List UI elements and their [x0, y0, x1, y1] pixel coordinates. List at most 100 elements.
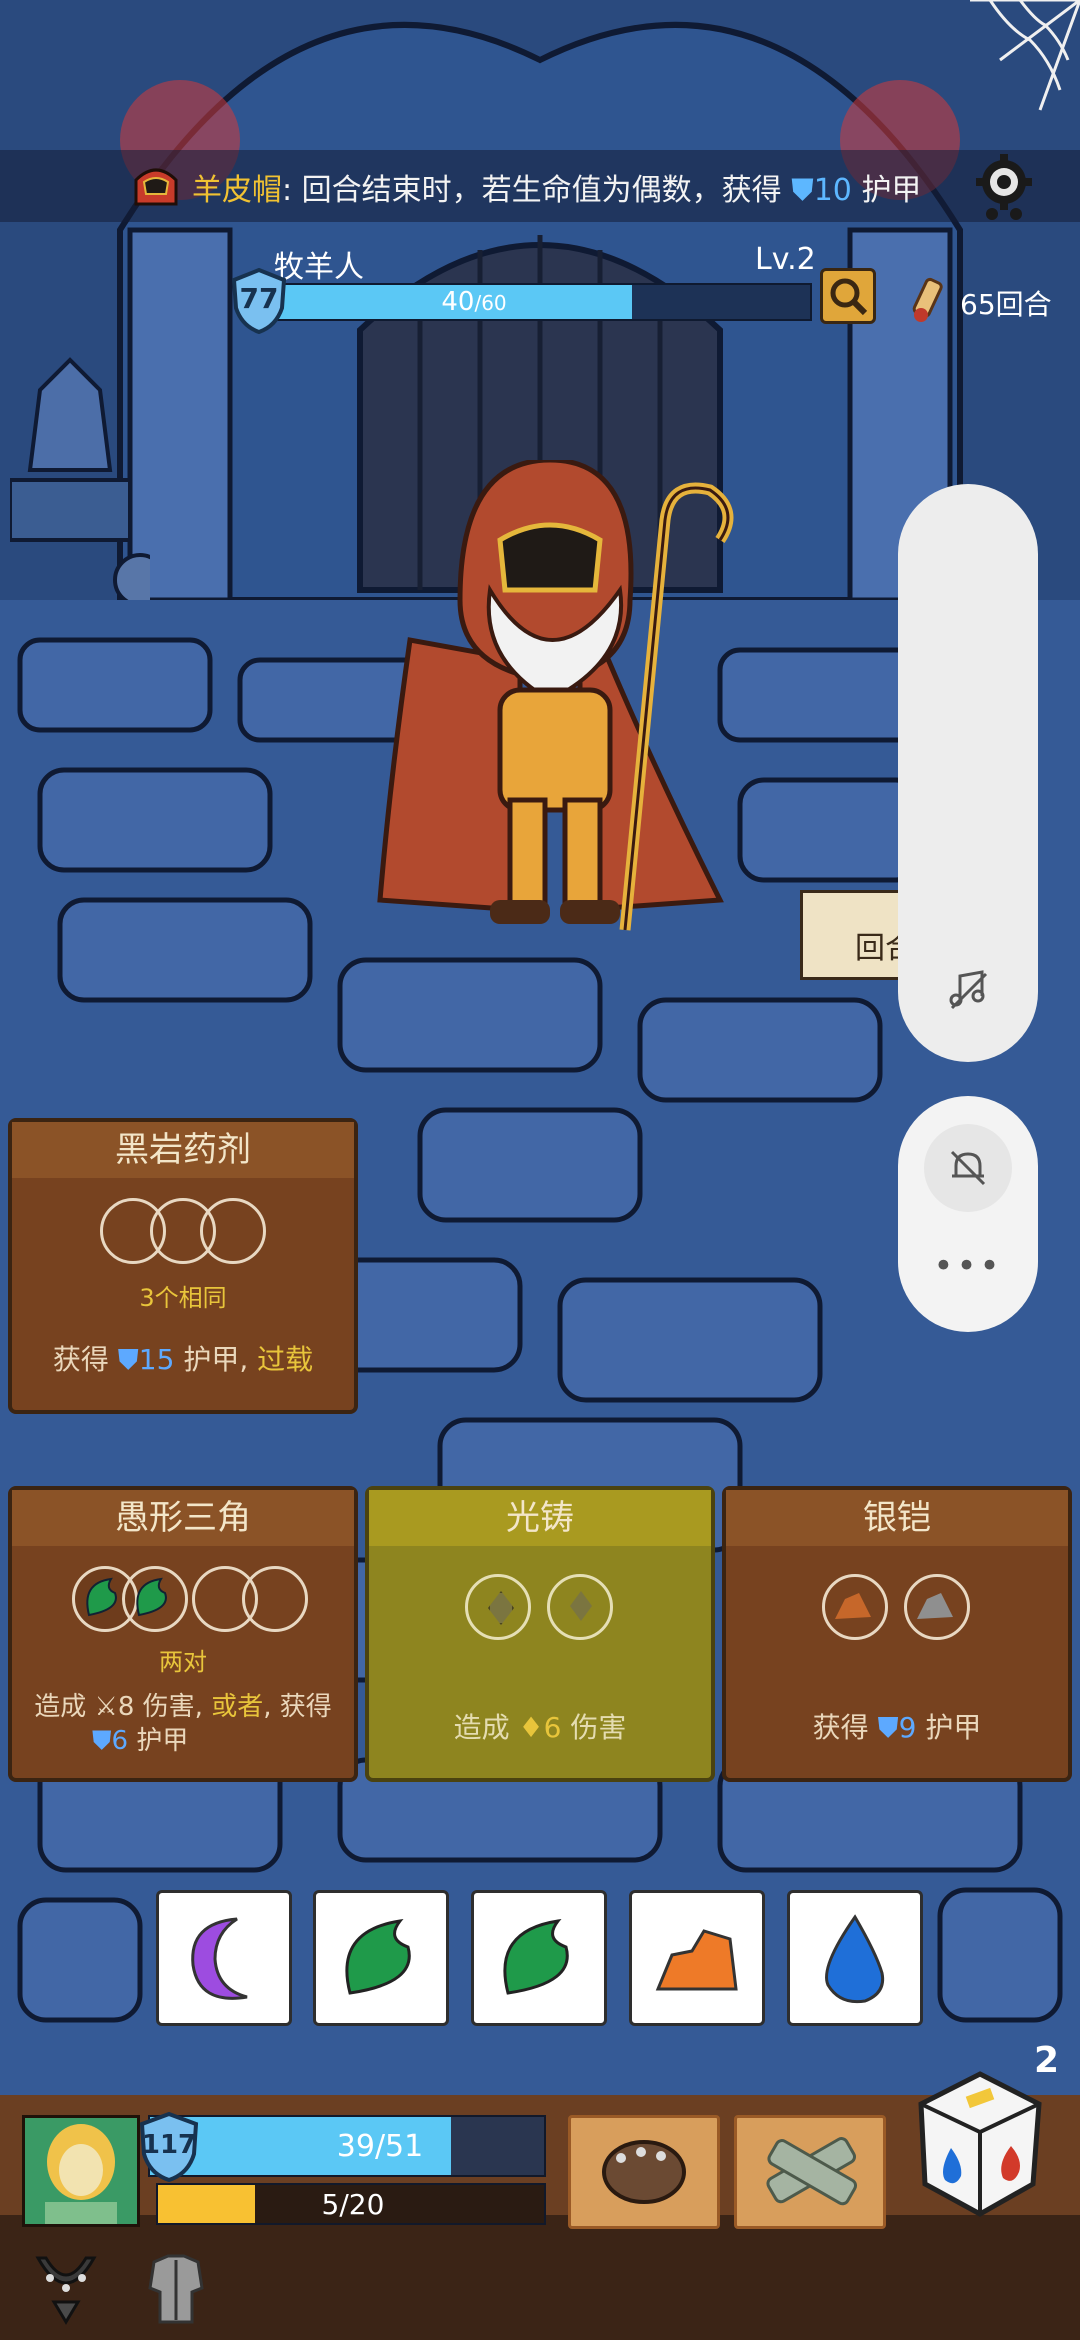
- enemy-shield-badge: 77: [230, 267, 288, 335]
- die-leaf[interactable]: [313, 1890, 449, 2026]
- diamond-damage-icon: ♦: [518, 1711, 544, 1744]
- armor-shield-icon: ⛊: [791, 173, 814, 208]
- card-title: 银铠: [726, 1490, 1068, 1546]
- effect-post: , 获得: [263, 1692, 332, 1722]
- relic-description: 羊皮帽: 回合结束时，若生命值为偶数，获得 ⛊10 护甲: [192, 165, 921, 209]
- die-rock[interactable]: [629, 1890, 765, 2026]
- card-clumsy-triangle[interactable]: 愚形三角 两对 造成 ⚔8 伤害, 或者, 获得 ⛊6 护甲: [8, 1486, 358, 1782]
- player-hp-bar: 39/51: [148, 2115, 546, 2177]
- enemy-hp-max: /60: [474, 291, 507, 315]
- card-title: 光铸: [369, 1490, 711, 1546]
- card-effect-line2: ⛊6 护甲: [92, 1720, 354, 1757]
- leaf-icon: [503, 1918, 569, 1995]
- dice-slot[interactable]: [242, 1566, 308, 1632]
- dice-slot[interactable]: [904, 1574, 970, 1640]
- dice-slot[interactable]: [200, 1198, 266, 1264]
- rock-icon: [917, 1593, 953, 1619]
- dice-slot[interactable]: [822, 1574, 888, 1640]
- card-effect-line1: 造成 ⚔8 伤害, 或者, 获得: [12, 1686, 354, 1723]
- effect-post: 护甲: [925, 1711, 982, 1744]
- scroll-icon: [912, 277, 943, 322]
- card-light-forge[interactable]: 光铸 造成 ♦6 伤害: [365, 1486, 715, 1782]
- die-water[interactable]: [787, 1890, 923, 2026]
- floating-notify-panel[interactable]: •••: [898, 1096, 1038, 1332]
- relic-colon: :: [282, 173, 293, 208]
- bandage-icon: [766, 2137, 858, 2206]
- magnifier-icon: [830, 278, 868, 316]
- effect-pre: 获得: [52, 1343, 109, 1376]
- bell-off-icon: [950, 1150, 986, 1186]
- effect-keyword: 过载: [257, 1343, 314, 1376]
- armor-shield-icon: ⛊: [92, 1726, 112, 1756]
- bell-button[interactable]: [924, 1124, 1012, 1212]
- player-portrait[interactable]: [22, 2115, 140, 2227]
- gauntlet-icon: [602, 2140, 686, 2204]
- water-drop-icon: [825, 1914, 885, 2004]
- sheepskin-hat-icon[interactable]: [130, 160, 182, 212]
- moon-icon: [191, 1917, 248, 2000]
- enemy-hp-bar: 40/60: [272, 283, 812, 321]
- necklace-equip-icon[interactable]: [30, 2248, 102, 2328]
- player-energy-text: 5/20: [321, 2188, 385, 2221]
- enemy-hp-text: 40/60: [274, 287, 674, 317]
- shepherd-enemy-sprite[interactable]: [350, 460, 750, 960]
- effect-mid: 伤害,: [142, 1692, 203, 1722]
- armor-shield-icon: ⛊: [117, 1343, 139, 1376]
- diamond-icon: [488, 1591, 514, 1625]
- leaf-icon: [345, 1918, 411, 1995]
- skill-bandage[interactable]: [734, 2115, 886, 2229]
- rock-icon: [655, 1929, 738, 1991]
- more-options-icon[interactable]: •••: [898, 1246, 1038, 1286]
- dice-slot[interactable]: [465, 1574, 531, 1640]
- die-moon[interactable]: [156, 1890, 292, 2026]
- settings-gear-icon[interactable]: [968, 152, 1040, 224]
- die-leaf[interactable]: [471, 1890, 607, 2026]
- relic-name: 羊皮帽: [192, 173, 282, 208]
- card-condition: 3个相同: [139, 1284, 227, 1312]
- player-shield-value: 117: [141, 2130, 197, 2160]
- enemy-info-button[interactable]: [820, 268, 876, 324]
- effect-pre: 获得: [812, 1711, 869, 1744]
- effect-keyword: 或者: [211, 1692, 264, 1722]
- diamond-icon: [570, 1591, 592, 1621]
- enemy-shield-value: 77: [239, 282, 279, 315]
- turn-counter: 65回合: [960, 288, 1052, 321]
- effect-post: 护甲: [136, 1726, 189, 1756]
- card-silver-armor[interactable]: 银铠 获得 ⛊9 护甲: [722, 1486, 1072, 1782]
- dice-slot-filled[interactable]: [122, 1566, 188, 1632]
- card-effect: 造成 ♦6 伤害: [369, 1706, 711, 1746]
- effect-pre: 造成: [34, 1692, 87, 1722]
- floating-tool-panel[interactable]: [898, 484, 1038, 1062]
- card-title: 黑岩药剂: [12, 1122, 354, 1178]
- player-shield-badge: 117: [138, 2111, 200, 2183]
- hero-avatar: [25, 2118, 137, 2224]
- enemy-level: Lv.2: [755, 242, 816, 277]
- vase-decoration: [10, 357, 150, 600]
- relic-armor-value: 10: [813, 173, 852, 208]
- card-black-rock-potion[interactable]: 黑岩药剂 3个相同 获得 ⛊15 护甲, 过载: [8, 1118, 358, 1414]
- music-off-icon[interactable]: [946, 968, 990, 1012]
- rock-icon: [835, 1593, 871, 1619]
- card-effect: 获得 ⛊15 护甲, 过载: [12, 1338, 354, 1378]
- effect-num: 9: [898, 1711, 917, 1744]
- effect-num: 15: [138, 1343, 175, 1376]
- sword-icon: ⚔: [94, 1692, 118, 1722]
- skill-spiked-gauntlet[interactable]: [568, 2115, 720, 2229]
- effect-num: 6: [543, 1711, 562, 1744]
- card-condition: 两对: [159, 1648, 207, 1676]
- effect-post: 伤害: [570, 1711, 627, 1744]
- card-effect: 获得 ⛊9 护甲: [726, 1706, 1068, 1746]
- relic-text-before: 回合结束时，若生命值为偶数，获得: [301, 173, 782, 208]
- effect-num: 8: [117, 1692, 135, 1722]
- effect-num: 6: [111, 1726, 129, 1756]
- armor-shield-icon: ⛊: [877, 1711, 899, 1744]
- armor-equip-icon[interactable]: [140, 2248, 212, 2328]
- enemy-hp-current: 40: [441, 287, 475, 317]
- relic-text-after: 护甲: [861, 173, 922, 208]
- player-hp-text: 39/51: [336, 2129, 424, 2164]
- leaf-icon: [136, 1577, 167, 1617]
- dice-slot[interactable]: [547, 1574, 613, 1640]
- effect-mid: 护甲,: [183, 1343, 249, 1376]
- player-energy-bar: 5/20: [156, 2183, 546, 2225]
- reroll-dice-icon[interactable]: [915, 2068, 1045, 2218]
